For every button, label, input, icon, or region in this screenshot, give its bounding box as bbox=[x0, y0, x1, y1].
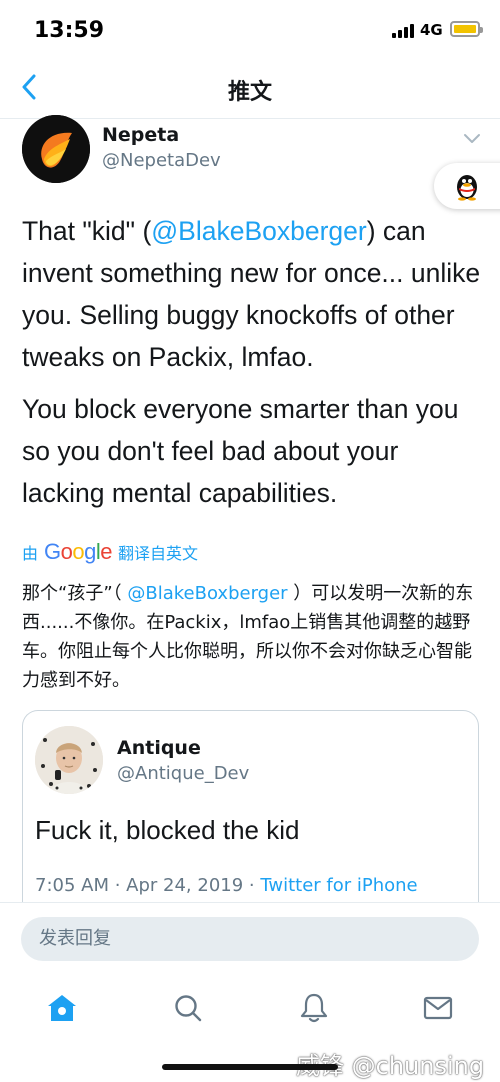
tweet-paragraph-2: You block everyone smarter than you so y… bbox=[22, 394, 459, 508]
quoted-tweet-time: 7:05 AM · Apr 24, 2019 · bbox=[35, 875, 261, 896]
translation-before: 那个“孩子”（ bbox=[22, 583, 128, 604]
tweet-text: That "kid" (@BlakeBoxberger) can invent … bbox=[22, 210, 482, 514]
bell-icon bbox=[300, 993, 328, 1023]
quoted-tweet-card[interactable]: Antique @Antique_Dev Fuck it, blocked th… bbox=[22, 710, 479, 920]
qq-floating-button[interactable] bbox=[434, 163, 500, 209]
tab-bar bbox=[0, 972, 500, 1042]
translation-text: 那个“孩子”（ @BlakeBoxberger ）可以发明一次新的东西.....… bbox=[22, 579, 480, 695]
status-time: 13:59 bbox=[34, 18, 105, 43]
translated-by[interactable]: 由 Google 翻译自英文 bbox=[22, 537, 198, 567]
nav-header: 推文 bbox=[0, 60, 500, 119]
quoted-author-avatar[interactable] bbox=[35, 726, 103, 794]
author-name[interactable]: Nepeta bbox=[102, 124, 179, 146]
reply-input[interactable]: 发表回复 bbox=[21, 917, 479, 961]
translated-by-suffix: 翻译自英文 bbox=[118, 544, 199, 563]
google-logo: Google bbox=[44, 539, 113, 564]
status-bar: 13:59 4G bbox=[0, 0, 500, 60]
search-icon bbox=[175, 995, 202, 1022]
tab-search[interactable] bbox=[168, 988, 208, 1028]
mention-link[interactable]: @BlakeBoxberger bbox=[151, 216, 366, 246]
quoted-tweet-meta: 7:05 AM · Apr 24, 2019 · Twitter for iPh… bbox=[35, 875, 418, 896]
quoted-tweet-text: Fuck it, blocked the kid bbox=[35, 815, 300, 845]
reply-bar: 发表回复 bbox=[0, 902, 500, 973]
tab-home[interactable] bbox=[42, 988, 82, 1028]
quoted-tweet-source[interactable]: Twitter for iPhone bbox=[260, 875, 417, 896]
home-icon bbox=[48, 995, 76, 1021]
person-photo-icon bbox=[35, 726, 103, 794]
mail-icon bbox=[423, 996, 453, 1020]
home-indicator[interactable] bbox=[162, 1064, 338, 1070]
author-handle[interactable]: @NepetaDev bbox=[102, 150, 221, 171]
nepeta-logo-icon bbox=[22, 115, 90, 183]
tweet-menu-button[interactable] bbox=[462, 130, 482, 144]
tab-notifications[interactable] bbox=[294, 988, 334, 1028]
tweet-text-before: That "kid" ( bbox=[22, 216, 152, 246]
translation-mention-link[interactable]: @BlakeBoxberger bbox=[127, 583, 287, 604]
page-title: 推文 bbox=[227, 80, 272, 105]
quoted-author-name[interactable]: Antique bbox=[117, 737, 201, 759]
author-avatar[interactable] bbox=[22, 115, 90, 183]
tab-messages[interactable] bbox=[418, 988, 458, 1028]
battery-icon bbox=[450, 21, 483, 37]
chevron-down-icon bbox=[464, 134, 480, 143]
signal-icon bbox=[392, 22, 416, 38]
quoted-author-handle[interactable]: @Antique_Dev bbox=[117, 763, 249, 784]
tweet-paragraph-1: That "kid" (@BlakeBoxberger) can invent … bbox=[22, 210, 482, 378]
network-type: 4G bbox=[420, 21, 443, 39]
qq-penguin-icon bbox=[457, 175, 477, 201]
translated-by-prefix: 由 bbox=[22, 544, 39, 563]
